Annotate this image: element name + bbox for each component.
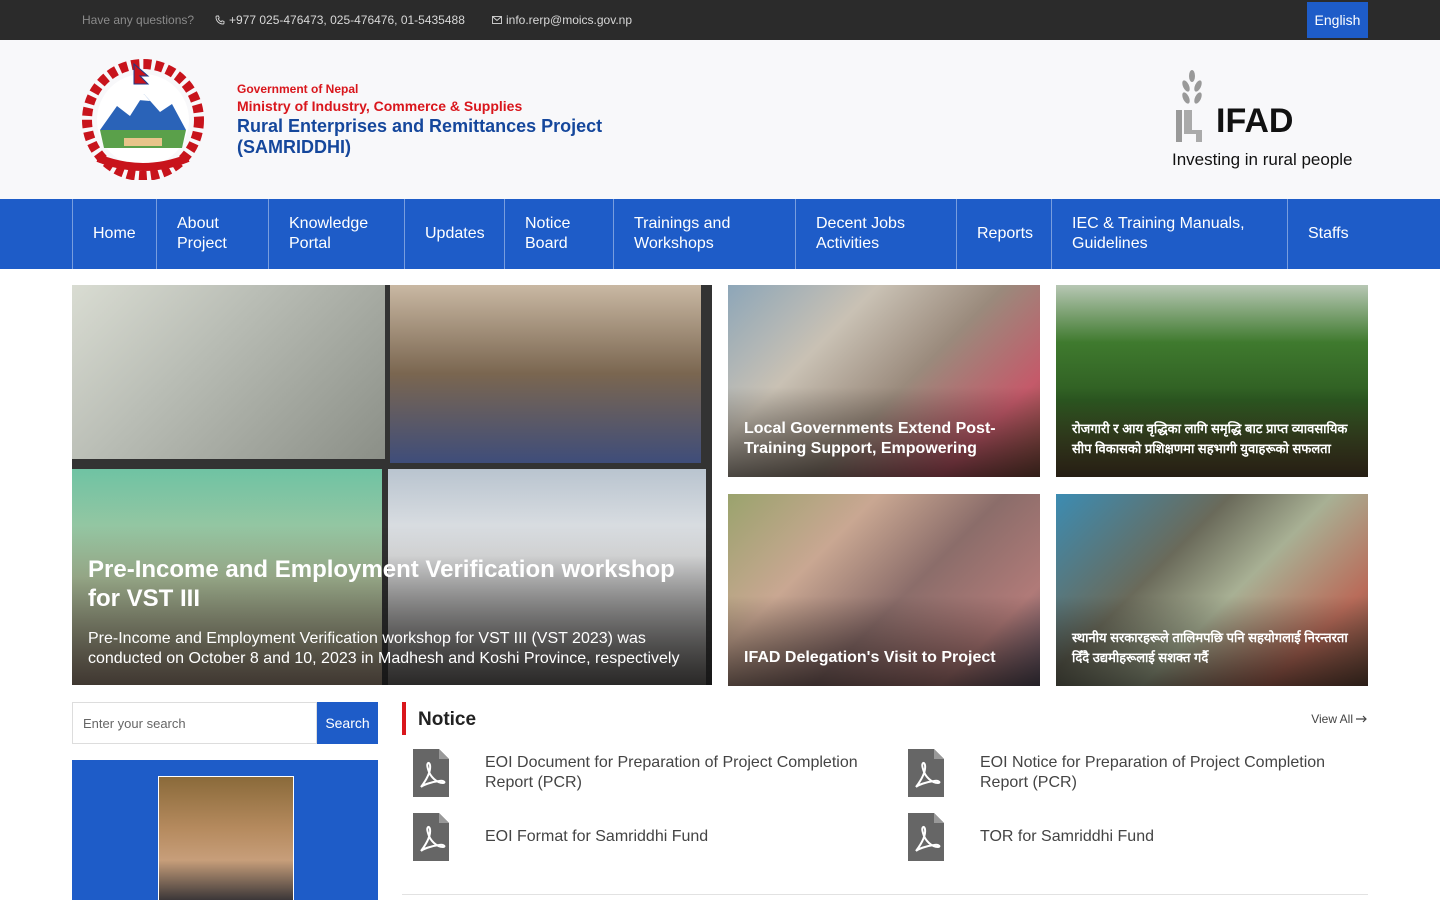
news-card[interactable]: स्थानीय सरकारहरूले तालिमपछि पनि सहयोगलाई…: [1056, 494, 1368, 686]
phone-icon: [215, 15, 225, 25]
topbar: Have any questions? +977 025-476473, 025…: [0, 0, 1440, 40]
language-button[interactable]: English: [1307, 2, 1368, 38]
view-all-link[interactable]: View All: [1311, 712, 1368, 726]
search-form: Search: [72, 702, 378, 744]
news-card[interactable]: रोजगारी र आय वृद्धिका लागि समृद्धि बाट प…: [1056, 285, 1368, 477]
notice-item[interactable]: EOI Format for Samriddhi Fund: [402, 813, 875, 861]
notice-title[interactable]: EOI Notice for Preparation of Project Co…: [980, 753, 1370, 793]
questions-label: Have any questions?: [82, 13, 195, 27]
hero-slide[interactable]: Pre-Income and Employment Verification w…: [72, 285, 712, 685]
government-label: Government of Nepal: [237, 82, 359, 96]
phone-numbers: +977 025-476473, 025-476476, 01-5435488: [229, 13, 465, 27]
nav-iec-manuals[interactable]: IEC & Training Manuals, Guidelines: [1051, 199, 1287, 269]
ifad-logo[interactable]: IFAD Investing in rural people: [1170, 70, 1370, 170]
notice-header: Notice View All: [402, 702, 1368, 735]
notice-item[interactable]: EOI Notice for Preparation of Project Co…: [897, 749, 1370, 797]
notice-heading: Notice: [418, 709, 477, 730]
notice-item[interactable]: TOR for Samriddhi Fund: [897, 813, 1370, 861]
envelope-icon: [492, 16, 502, 24]
nav-trainings-workshops[interactable]: Trainings and Workshops: [613, 199, 795, 269]
news-card-title[interactable]: स्थानीय सरकारहरूले तालिमपछि पनि सहयोगलाई…: [1072, 628, 1352, 668]
notice-accent-bar: [402, 702, 406, 735]
pdf-file-icon: [908, 813, 944, 861]
main-navigation: Home About Project Knowledge Portal Upda…: [0, 199, 1440, 269]
nav-staffs[interactable]: Staffs: [1287, 199, 1440, 269]
pdf-file-icon: [908, 749, 944, 797]
nav-notice-board[interactable]: Notice Board: [504, 199, 613, 269]
nav-reports[interactable]: Reports: [956, 199, 1051, 269]
header-titles: Government of Nepal Ministry of Industry…: [237, 82, 637, 158]
nav-knowledge-portal[interactable]: Knowledge Portal: [268, 199, 404, 269]
nav-updates[interactable]: Updates: [404, 199, 504, 269]
news-card-overlay: [728, 596, 1040, 686]
nav-about-project[interactable]: About Project: [156, 199, 268, 269]
hero-photo-meeting: [390, 285, 701, 463]
search-button[interactable]: Search: [317, 702, 378, 744]
news-card[interactable]: Local Governments Extend Post-Training S…: [728, 285, 1040, 477]
notice-title[interactable]: TOR for Samriddhi Fund: [980, 827, 1370, 847]
ifad-wordmark: IFAD: [1216, 102, 1294, 140]
email-contact[interactable]: info.rerp@moics.gov.np: [492, 13, 632, 27]
hero-photo-presenter: [72, 285, 385, 459]
ministry-label: Ministry of Industry, Commerce & Supplie…: [237, 98, 523, 114]
profile-photo: [158, 776, 294, 900]
pdf-file-icon: [413, 749, 449, 797]
ifad-tagline: Investing in rural people: [1172, 150, 1353, 169]
wheat-icon: [1172, 70, 1202, 142]
profile-panel: [72, 760, 378, 900]
hero-description: Pre-Income and Employment Verification w…: [88, 630, 680, 667]
notice-title[interactable]: EOI Document for Preparation of Project …: [485, 753, 875, 793]
news-card-title[interactable]: IFAD Delegation's Visit to Project: [744, 648, 1024, 668]
nav-decent-jobs[interactable]: Decent Jobs Activities: [795, 199, 956, 269]
nav-home[interactable]: Home: [72, 199, 156, 269]
notice-item[interactable]: EOI Document for Preparation of Project …: [402, 749, 875, 797]
notice-title[interactable]: EOI Format for Samriddhi Fund: [485, 827, 875, 847]
notice-divider: [402, 894, 1368, 895]
email-address: info.rerp@moics.gov.np: [506, 13, 633, 27]
phone-contact[interactable]: +977 025-476473, 025-476476, 01-5435488: [215, 13, 465, 27]
search-input[interactable]: [72, 702, 317, 744]
nepal-emblem-logo[interactable]: [72, 58, 214, 180]
pdf-file-icon: [413, 813, 449, 861]
site-header: Government of Nepal Ministry of Industry…: [0, 40, 1440, 199]
news-card-title[interactable]: रोजगारी र आय वृद्धिका लागि समृद्धि बाट प…: [1072, 419, 1352, 459]
view-all-label: View All: [1311, 712, 1353, 726]
project-title: Rural Enterprises and Remittances Projec…: [237, 116, 603, 157]
hero-title[interactable]: Pre-Income and Employment Verification w…: [88, 555, 698, 613]
arrow-right-icon: [1356, 715, 1367, 723]
news-card-title[interactable]: Local Governments Extend Post-Training S…: [744, 419, 1024, 459]
news-card[interactable]: IFAD Delegation's Visit to Project: [728, 494, 1040, 686]
